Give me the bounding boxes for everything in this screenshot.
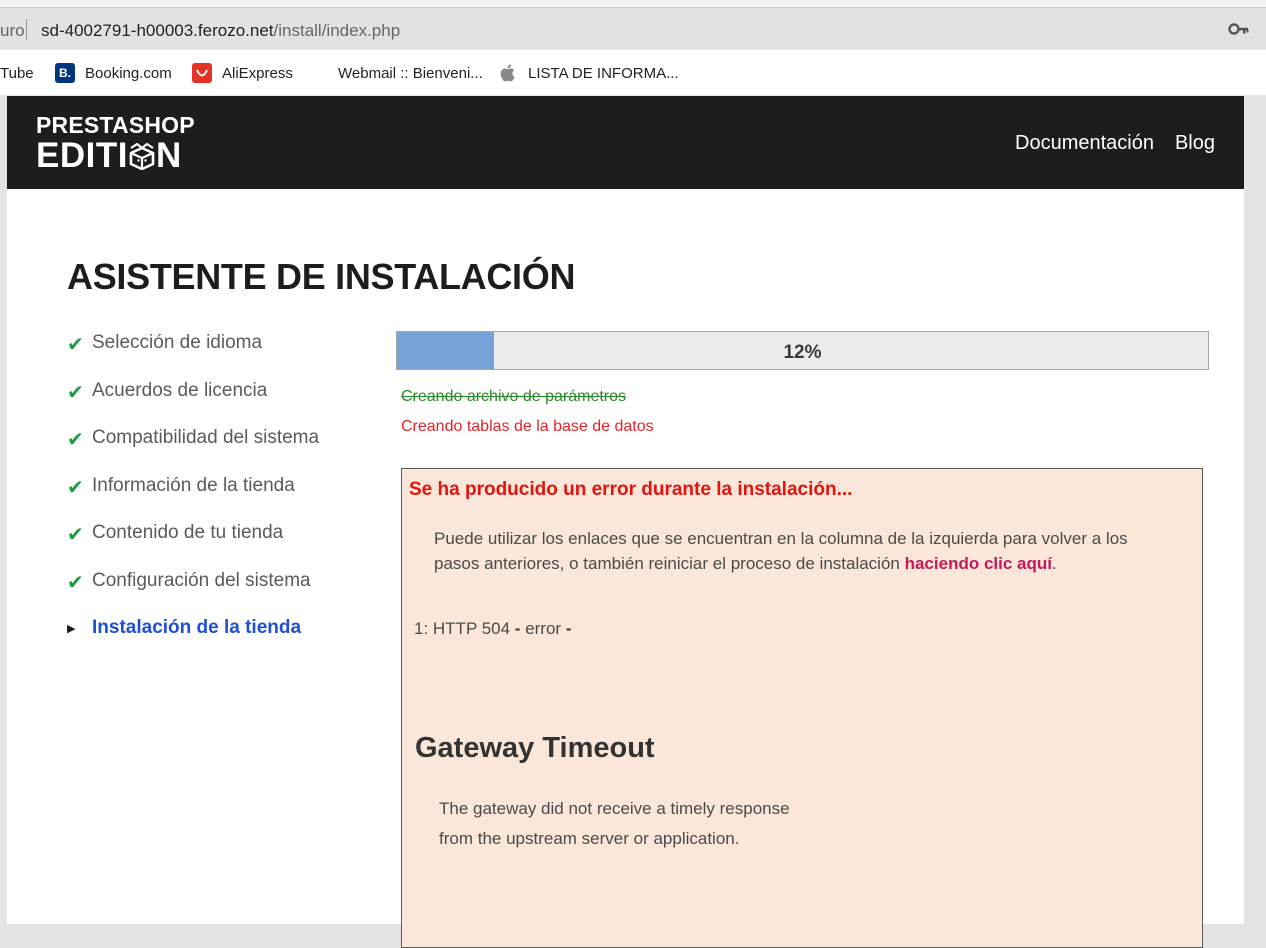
bookmark-label: Booking.com	[85, 64, 172, 82]
step-label: Selección de idioma	[92, 332, 263, 353]
bookmark-youtube[interactable]: Tube	[0, 63, 34, 83]
error-box: Se ha producido un error durante la inst…	[401, 468, 1203, 948]
task-current: Creando tablas de la base de datos	[401, 418, 654, 435]
logo-bottom-left: EDITI	[36, 136, 128, 175]
url-host: sd-4002791-h00003.ferozo.net	[41, 21, 274, 40]
aliexpress-icon	[192, 63, 212, 83]
step-label: Configuración del sistema	[92, 569, 311, 591]
address-bar[interactable]: uro sd-4002791-h00003.ferozo.net/install…	[0, 7, 1266, 50]
check-icon: ✔	[67, 429, 84, 451]
url-separator	[26, 19, 27, 40]
error-title: Se ha producido un error durante la inst…	[409, 479, 853, 500]
bookmark-booking[interactable]: B. Booking.com	[55, 63, 172, 83]
step-label: Información de la tienda	[92, 474, 295, 496]
page-title: ASISTENTE DE INSTALACIÓN	[67, 256, 576, 297]
key-icon[interactable]	[1228, 20, 1250, 38]
progress-label: 12%	[783, 342, 822, 363]
logo-bottom-right: N	[155, 136, 182, 175]
step-item-current: ▶ Instalación de la tienda	[67, 617, 319, 665]
progress-bar: 12%	[396, 331, 1209, 370]
gateway-message: The gateway did not receive a timely res…	[439, 794, 790, 854]
step-item[interactable]: ✔ Información de la tienda	[67, 475, 319, 523]
http-error-code: 1: HTTP 504	[414, 619, 515, 638]
error-description: Puede utilizar los enlaces que se encuen…	[434, 526, 1174, 576]
bookmark-label: Tube	[0, 64, 34, 82]
box-icon	[129, 142, 155, 170]
triangle-right-icon: ▶	[67, 623, 76, 635]
site-header: PRESTASHOP EDITI N Documentación Blog	[7, 96, 1244, 189]
step-item[interactable]: ✔ Configuración del sistema	[67, 570, 319, 618]
apple-icon	[499, 63, 517, 83]
bookmark-webmail[interactable]: Webmail :: Bienveni...	[338, 63, 483, 83]
bookmark-label: LISTA DE INFORMA...	[528, 64, 679, 82]
browser-top-strip	[0, 0, 1266, 7]
check-icon: ✔	[67, 334, 84, 356]
gateway-title: Gateway Timeout	[415, 732, 655, 764]
http-error-text: error	[520, 619, 566, 638]
step-item[interactable]: ✔ Contenido de tu tienda	[67, 522, 319, 570]
bookmark-label: AliExpress	[222, 64, 293, 82]
nav-blog[interactable]: Blog	[1175, 132, 1215, 155]
bookmark-aliexpress[interactable]: AliExpress	[192, 63, 293, 83]
step-item[interactable]: ✔ Acuerdos de licencia	[67, 380, 319, 428]
check-icon: ✔	[67, 524, 84, 546]
prestashop-logo[interactable]: PRESTASHOP EDITI N	[36, 112, 195, 174]
installation-steps: ✔ Selección de idioma ✔ Acuerdos de licenc…	[67, 332, 319, 665]
restart-link[interactable]: haciendo clic aquí	[905, 554, 1052, 573]
bookmark-lista[interactable]: LISTA DE INFORMA...	[499, 63, 679, 83]
task-completed: Creando archivo de parámetros	[401, 388, 627, 405]
url-path: /install/index.php	[273, 21, 401, 40]
bookmarks-bar: Tube B. Booking.com AliExpress Webmail :…	[0, 50, 1266, 96]
step-item[interactable]: ✔ Selección de idioma	[67, 332, 319, 380]
step-label: Compatibilidad del sistema	[92, 427, 320, 448]
step-label: Instalación de la tienda	[92, 617, 302, 638]
nav-documentacion[interactable]: Documentación	[1015, 132, 1154, 155]
check-icon: ✔	[67, 476, 84, 499]
gateway-line-1: The gateway did not receive a timely res…	[439, 799, 790, 818]
page: PRESTASHOP EDITI N Documentación Blog AS…	[7, 96, 1244, 948]
header-nav: Documentación Blog	[1015, 132, 1215, 155]
check-icon: ✔	[67, 381, 84, 404]
check-icon: ✔	[67, 571, 84, 594]
logo-top-text: PRESTASHOP	[36, 112, 195, 138]
booking-icon: B.	[55, 63, 75, 83]
step-item[interactable]: ✔ Compatibilidad del sistema	[67, 427, 319, 475]
url-security-label[interactable]: uro	[0, 21, 25, 41]
gateway-line-2: from the upstream server or application.	[439, 829, 740, 848]
logo-bottom-text: EDITI N	[36, 138, 195, 173]
error-desc-end: .	[1051, 554, 1057, 573]
url-text[interactable]: sd-4002791-h00003.ferozo.net/install/ind…	[41, 21, 400, 41]
bookmark-label: Webmail :: Bienveni...	[338, 64, 483, 82]
http-error-line: 1: HTTP 504 - error -	[414, 619, 571, 639]
step-label: Acuerdos de licencia	[92, 379, 268, 401]
step-label: Contenido de tu tienda	[92, 522, 284, 543]
http-error-sep: -	[565, 619, 572, 638]
